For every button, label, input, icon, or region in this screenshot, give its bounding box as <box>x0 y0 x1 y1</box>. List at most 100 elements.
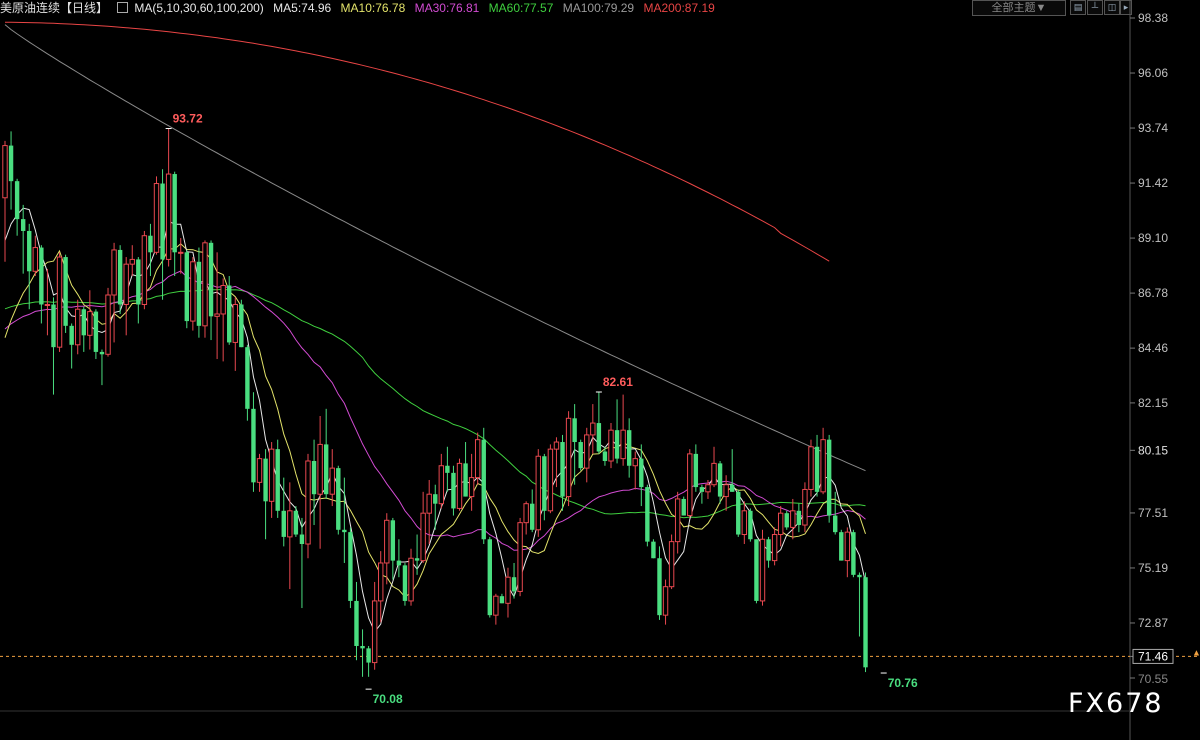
candle-body <box>851 532 856 575</box>
candle-body <box>51 304 56 348</box>
candle-body <box>281 510 286 537</box>
candle-body <box>420 512 426 562</box>
candle-body <box>468 477 475 498</box>
candle <box>293 506 299 537</box>
candle <box>414 534 420 575</box>
candle <box>565 411 572 507</box>
candle-body <box>32 247 38 272</box>
candle <box>317 415 323 549</box>
candle-body <box>839 532 844 561</box>
candle-body <box>44 303 51 306</box>
candle <box>111 242 117 343</box>
candle <box>232 297 238 371</box>
price-annotation: 82.61 <box>603 375 633 389</box>
candle-body <box>572 418 577 443</box>
candle <box>323 408 329 499</box>
y-tick-label: 75.19 <box>1138 561 1168 575</box>
candle <box>268 442 275 518</box>
candle-body <box>833 515 838 533</box>
candle <box>651 539 656 559</box>
candle-body <box>481 439 486 540</box>
candle-body <box>608 429 614 462</box>
candle-body <box>348 532 353 601</box>
y-tick-label: 71.46 <box>1138 649 1168 663</box>
candle <box>408 548 414 606</box>
price-chart[interactable]: 98.38 96.06 93.74 91.42 89.10 86.78 84.46 82.15… <box>0 0 1200 740</box>
candle <box>178 238 184 274</box>
candle <box>578 439 583 471</box>
candle <box>8 131 14 210</box>
candle <box>390 517 396 580</box>
candle-body <box>354 600 359 646</box>
candle-body <box>245 347 250 409</box>
candle <box>275 439 280 518</box>
candle-body <box>754 539 759 601</box>
candle <box>620 394 626 466</box>
candle <box>305 453 311 559</box>
candle-body <box>56 256 63 348</box>
candle-body <box>620 429 626 460</box>
candle-body <box>323 444 329 495</box>
candle-body <box>493 595 499 616</box>
candle-body <box>784 513 789 528</box>
candle-body <box>329 467 335 495</box>
candle <box>481 427 486 545</box>
candle-body <box>396 560 402 566</box>
candle <box>366 645 371 677</box>
candle-body <box>451 472 456 509</box>
candle <box>420 491 426 563</box>
candle <box>687 449 693 518</box>
candle-body <box>390 520 396 561</box>
candle <box>741 501 748 545</box>
candle <box>530 489 535 533</box>
candle <box>202 240 208 338</box>
candle-body <box>542 456 547 511</box>
y-tick-label: 72.87 <box>1138 616 1168 630</box>
candle-body <box>711 462 717 486</box>
candle-body <box>730 484 735 492</box>
candle <box>796 503 802 533</box>
candle <box>20 204 26 274</box>
y-tick-label: 80.15 <box>1138 443 1168 457</box>
candle-body <box>287 510 293 538</box>
y-tick-label: 91.42 <box>1138 176 1168 190</box>
candle-body <box>668 541 675 588</box>
candle-body <box>336 468 341 530</box>
candle <box>51 297 56 395</box>
candle <box>354 581 359 661</box>
candle <box>117 245 123 314</box>
candle <box>542 453 547 521</box>
candle-body <box>20 219 26 231</box>
candle <box>256 453 263 492</box>
candle-body <box>408 557 414 602</box>
candle <box>311 439 317 526</box>
candle <box>384 513 390 585</box>
candle-body <box>99 351 105 355</box>
candle-body <box>657 558 662 616</box>
candle <box>299 517 305 609</box>
candle-body <box>105 294 111 355</box>
candle-body <box>8 145 14 182</box>
candle-body <box>2 145 8 199</box>
candle-body <box>14 181 20 220</box>
candle <box>693 444 699 492</box>
candle-body <box>141 235 148 305</box>
candle <box>14 178 20 236</box>
candle-body <box>808 446 814 490</box>
candle <box>245 344 250 421</box>
candle-body <box>111 249 117 296</box>
candle <box>99 349 105 386</box>
candle-body <box>844 531 851 562</box>
candle-body <box>148 235 153 253</box>
candle-body <box>123 263 129 305</box>
candle-body <box>699 487 705 492</box>
candle <box>438 453 445 509</box>
candle <box>717 461 723 504</box>
candle <box>674 491 681 554</box>
candle-body <box>736 491 741 535</box>
candle-body <box>69 325 74 345</box>
candle-body <box>523 503 529 524</box>
candle-body <box>748 510 753 540</box>
candle-body <box>790 510 796 528</box>
candle-body <box>535 455 541 531</box>
